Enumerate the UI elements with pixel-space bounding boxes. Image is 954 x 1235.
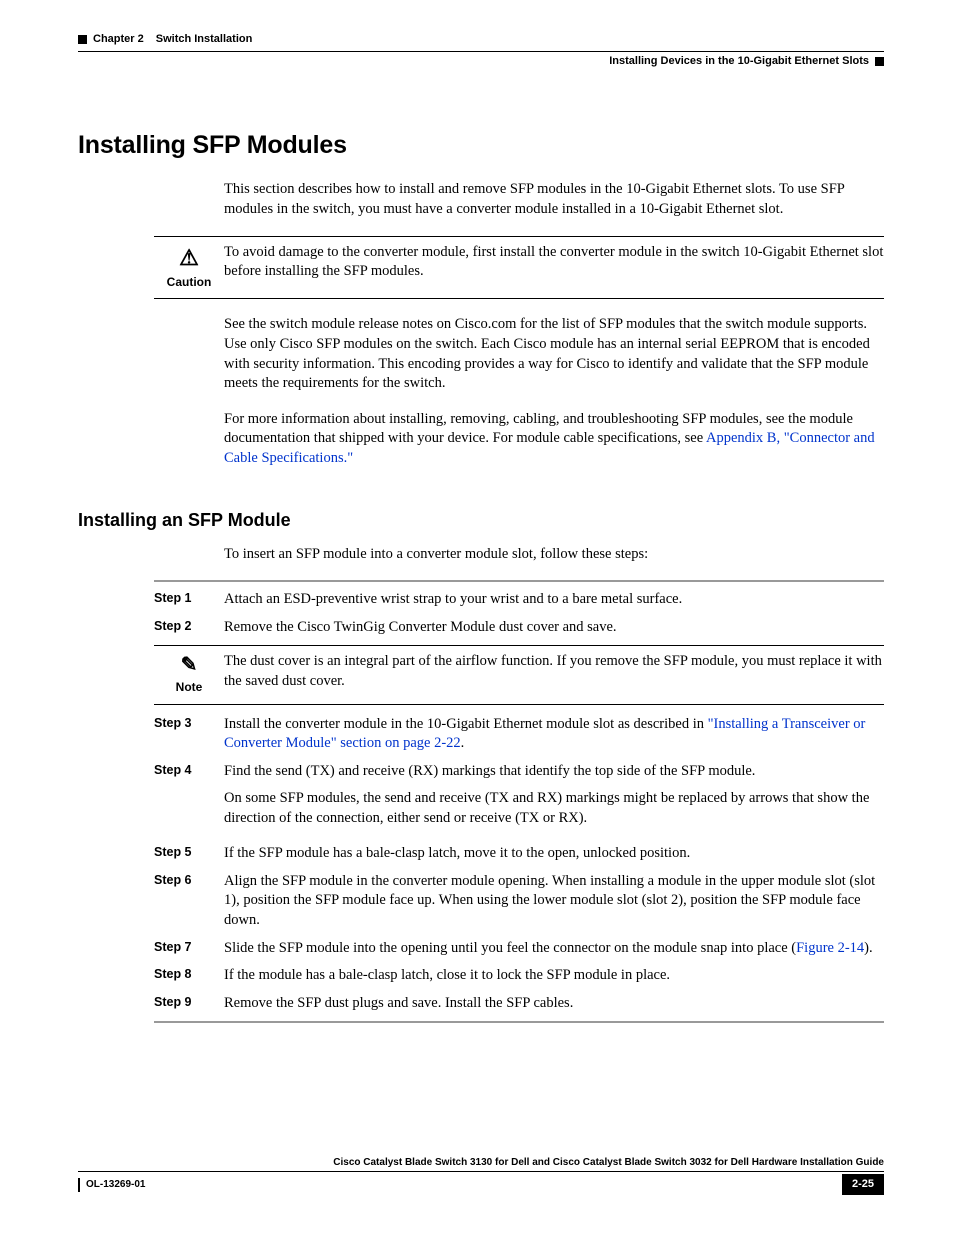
header-marker-icon bbox=[78, 35, 87, 44]
step-row: Step 9 Remove the SFP dust plugs and sav… bbox=[154, 994, 884, 1014]
text-run: . bbox=[461, 735, 465, 751]
step-list-cont: Step 3 Install the converter module in t… bbox=[154, 715, 884, 1014]
step-label: Step 2 bbox=[154, 618, 224, 638]
step-list: Step 1 Attach an ESD-preventive wrist st… bbox=[154, 580, 884, 637]
step-body: Install the converter module in the 10-G… bbox=[224, 715, 884, 754]
step-body: Align the SFP module in the converter mo… bbox=[224, 872, 884, 931]
step-label: Step 5 bbox=[154, 844, 224, 864]
step-label: Step 9 bbox=[154, 994, 224, 1014]
step-label: Step 6 bbox=[154, 872, 224, 931]
heading-1: Installing SFP Modules bbox=[78, 129, 884, 163]
note-label-block: ✎ Note bbox=[154, 645, 224, 695]
paragraph: For more information about installing, r… bbox=[224, 410, 884, 469]
caution-callout: ⚠ Caution To avoid damage to the convert… bbox=[154, 236, 884, 300]
footer-doc-id-block: OL-13269-01 bbox=[78, 1178, 145, 1192]
step-label: Step 8 bbox=[154, 966, 224, 986]
text-run: ). bbox=[864, 940, 872, 956]
paragraph: See the switch module release notes on C… bbox=[224, 315, 884, 393]
step-row: Step 8 If the module has a bale-clasp la… bbox=[154, 966, 884, 986]
page-number-badge: 2-25 bbox=[842, 1174, 884, 1195]
caution-label-block: ⚠ Caution bbox=[154, 243, 224, 291]
footer-doc-id: OL-13269-01 bbox=[86, 1178, 145, 1192]
text-run: Slide the SFP module into the opening un… bbox=[224, 940, 796, 956]
step-body: Remove the Cisco TwinGig Converter Modul… bbox=[224, 618, 884, 638]
step-row: Step 7 Slide the SFP module into the ope… bbox=[154, 939, 884, 959]
step-label: Step 1 bbox=[154, 590, 224, 610]
chapter-title: Switch Installation bbox=[156, 32, 253, 47]
step-row: Step 4 Find the send (TX) and receive (R… bbox=[154, 762, 884, 837]
step-row: Step 3 Install the converter module in t… bbox=[154, 715, 884, 754]
paragraph: On some SFP modules, the send and receiv… bbox=[224, 789, 884, 828]
header-rule bbox=[78, 51, 884, 52]
step-label: Step 7 bbox=[154, 939, 224, 959]
running-header-top: Chapter 2 Switch Installation bbox=[78, 32, 884, 47]
chapter-label: Chapter 2 bbox=[93, 32, 144, 47]
step-body: Slide the SFP module into the opening un… bbox=[224, 939, 884, 959]
footer-guide-title: Cisco Catalyst Blade Switch 3130 for Del… bbox=[78, 1156, 884, 1173]
step-row: Step 6 Align the SFP module in the conve… bbox=[154, 872, 884, 931]
step-label: Step 4 bbox=[154, 762, 224, 837]
document-page: Chapter 2 Switch Installation Installing… bbox=[0, 0, 954, 1235]
step-body: If the module has a bale-clasp latch, cl… bbox=[224, 966, 884, 986]
step-body: Find the send (TX) and receive (RX) mark… bbox=[224, 762, 884, 837]
caution-body: To avoid damage to the converter module,… bbox=[224, 243, 884, 291]
note-body: The dust cover is an integral part of th… bbox=[224, 645, 884, 695]
note-icon: ✎ bbox=[181, 652, 198, 679]
paragraph: Find the send (TX) and receive (RX) mark… bbox=[224, 762, 884, 782]
paragraph: To insert an SFP module into a converter… bbox=[224, 545, 884, 565]
heading-2: Installing an SFP Module bbox=[78, 508, 884, 532]
step-row: Step 5 If the SFP module has a bale-clas… bbox=[154, 844, 884, 864]
running-header-sub: Installing Devices in the 10-Gigabit Eth… bbox=[78, 54, 884, 69]
note-callout: ✎ Note The dust cover is an integral par… bbox=[154, 645, 884, 704]
step-row: Step 2 Remove the Cisco TwinGig Converte… bbox=[154, 618, 884, 638]
text-run: Install the converter module in the 10-G… bbox=[224, 716, 708, 732]
step-list-end-rule bbox=[154, 1021, 884, 1023]
header-marker-icon bbox=[875, 57, 884, 66]
step-body: Remove the SFP dust plugs and save. Inst… bbox=[224, 994, 884, 1014]
step-body: If the SFP module has a bale-clasp latch… bbox=[224, 844, 884, 864]
step-label: Step 3 bbox=[154, 715, 224, 754]
note-label: Note bbox=[176, 680, 203, 694]
section-title: Installing Devices in the 10-Gigabit Eth… bbox=[609, 54, 869, 69]
footer-bar-icon bbox=[78, 1178, 80, 1192]
page-footer: Cisco Catalyst Blade Switch 3130 for Del… bbox=[78, 1156, 884, 1195]
paragraph: This section describes how to install an… bbox=[224, 180, 884, 219]
figure-link[interactable]: Figure 2-14 bbox=[796, 940, 864, 956]
caution-label: Caution bbox=[167, 275, 212, 289]
step-body: Attach an ESD-preventive wrist strap to … bbox=[224, 590, 884, 610]
caution-icon: ⚠ bbox=[154, 243, 224, 273]
step-row: Step 1 Attach an ESD-preventive wrist st… bbox=[154, 590, 884, 610]
